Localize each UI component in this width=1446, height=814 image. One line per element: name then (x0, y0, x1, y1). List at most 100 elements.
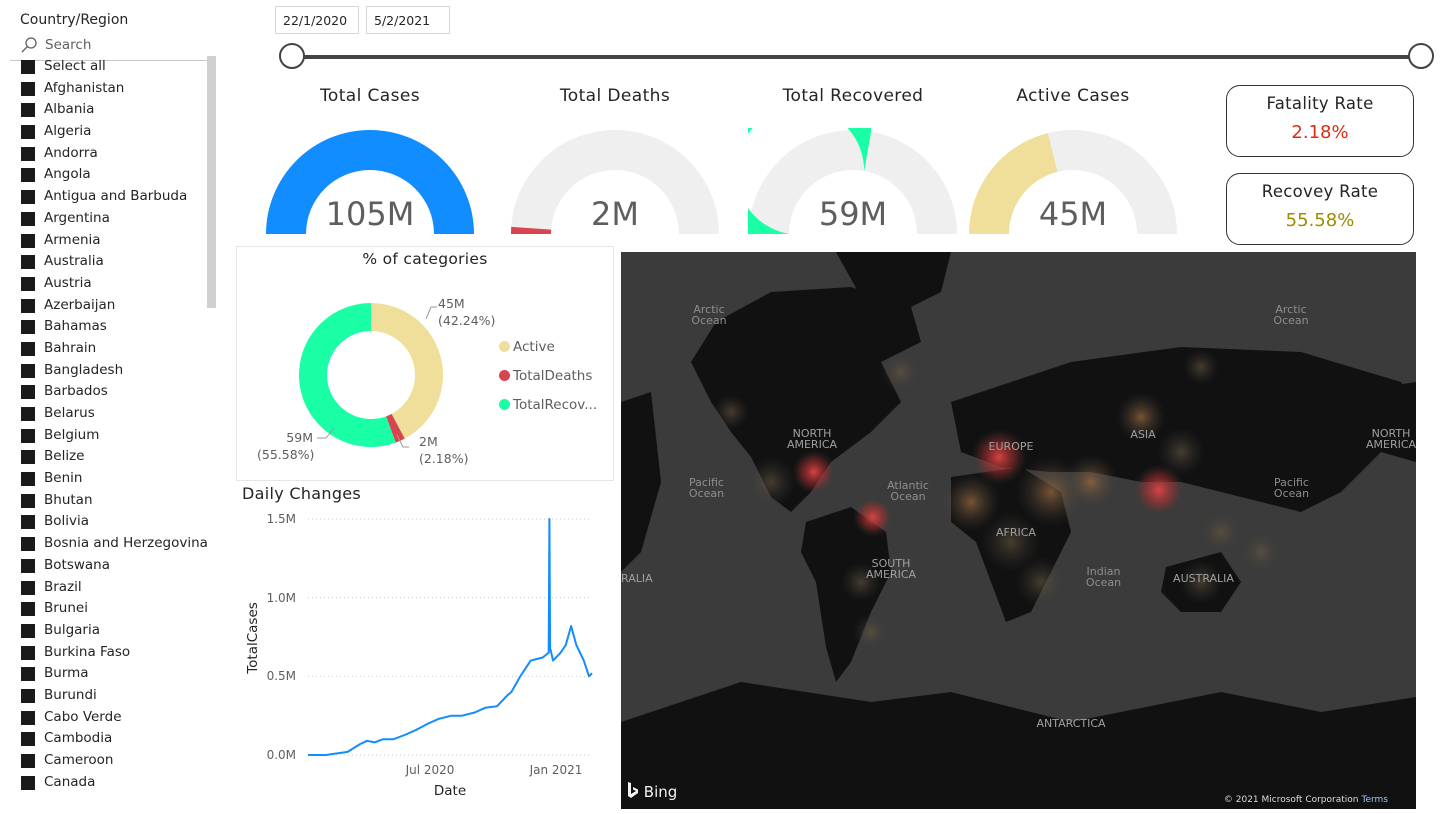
checkbox[interactable] (21, 255, 35, 270)
x-axis-label: Date (434, 783, 466, 799)
slicer-item[interactable]: Burundi (10, 685, 210, 707)
legend-label: Active (513, 339, 555, 355)
checkbox[interactable] (21, 688, 35, 703)
slicer-item[interactable]: Bolivia (10, 511, 210, 533)
total-cases-line (308, 518, 593, 756)
legend-recovered[interactable]: TotalRecov... (499, 397, 597, 413)
y-tick-label: 1.5M (267, 512, 296, 526)
slicer-item-label: Azerbaijan (44, 296, 116, 313)
checkbox[interactable] (21, 710, 35, 725)
search-input[interactable] (43, 36, 207, 54)
checkbox[interactable] (21, 363, 35, 378)
slicer-item[interactable]: Bangladesh (10, 360, 210, 382)
slicer-item[interactable]: Botswana (10, 555, 210, 577)
checkbox[interactable] (21, 60, 35, 74)
checkbox[interactable] (21, 515, 35, 530)
slicer-item[interactable]: Bosnia and Herzegovina (10, 533, 210, 555)
checkbox[interactable] (21, 754, 35, 768)
checkbox[interactable] (21, 168, 35, 183)
checkbox[interactable] (21, 623, 35, 638)
slicer-item[interactable]: Burma (10, 663, 210, 685)
checkbox[interactable] (21, 450, 35, 465)
slicer-item[interactable]: Barbados (10, 381, 210, 403)
date-range-start-handle[interactable] (279, 43, 305, 69)
slicer-item[interactable]: Belarus (10, 403, 210, 425)
checkbox[interactable] (21, 125, 35, 140)
fatality-rate-card: Fatality Rate 2.18% (1226, 85, 1414, 157)
slicer-item-label: Bosnia and Herzegovina (44, 535, 208, 552)
slicer-item[interactable]: Bhutan (10, 490, 210, 512)
start-date-input[interactable]: 22/1/2020 (275, 6, 359, 34)
slicer-item-label: Brunei (44, 600, 88, 617)
map-label-south-america: SOUTH AMERICA (865, 557, 917, 581)
slicer-item[interactable]: Brazil (10, 577, 210, 599)
slicer-item[interactable]: Bulgaria (10, 620, 210, 642)
slicer-item[interactable]: Cambodia (10, 728, 210, 750)
checkbox[interactable] (21, 385, 35, 400)
slicer-item-label: Brazil (44, 578, 82, 595)
legend-dot (499, 341, 510, 352)
slicer-item[interactable]: Cabo Verde (10, 707, 210, 729)
daily-changes-chart[interactable]: 1.5M 1.0M 0.5M 0.0M Jul 2020 Jan 2021 Da… (236, 494, 616, 814)
checkbox[interactable] (21, 103, 35, 118)
checkbox[interactable] (21, 732, 35, 747)
checkbox[interactable] (21, 407, 35, 421)
checkbox[interactable] (21, 298, 35, 313)
slicer-item[interactable]: Armenia (10, 230, 210, 252)
checkbox[interactable] (21, 493, 35, 508)
checkbox[interactable] (21, 320, 35, 335)
checkbox[interactable] (21, 81, 35, 96)
checkbox[interactable] (21, 211, 35, 226)
terms-link[interactable]: Terms (1361, 795, 1388, 805)
checkbox[interactable] (21, 558, 35, 573)
slicer-item[interactable]: Belize (10, 446, 210, 468)
legend-active[interactable]: Active (499, 339, 555, 355)
checkbox[interactable] (21, 233, 35, 248)
slicer-item[interactable]: Azerbaijan (10, 295, 210, 317)
slicer-item[interactable]: Angola (10, 164, 210, 186)
date-range-track[interactable] (292, 55, 1422, 59)
slicer-item[interactable]: Burkina Faso (10, 642, 210, 664)
checkbox[interactable] (21, 537, 35, 552)
slicer-item[interactable]: Brunei (10, 598, 210, 620)
checkbox[interactable] (21, 190, 35, 205)
slicer-item[interactable]: Argentina (10, 208, 210, 230)
world-map[interactable]: Arctic Ocean Arctic Ocean NORTH AMERICA … (621, 252, 1416, 809)
checkbox[interactable] (21, 341, 35, 356)
slicer-item[interactable]: Bahamas (10, 316, 210, 338)
slicer-item[interactable]: Austria (10, 273, 210, 295)
end-date-input[interactable]: 5/2/2021 (366, 6, 450, 34)
checkbox[interactable] (21, 645, 35, 660)
slicer-item[interactable]: Andorra (10, 143, 210, 165)
checkbox[interactable] (21, 146, 35, 161)
active-cases-title: Active Cases (1016, 86, 1130, 106)
slicer-item[interactable]: Belgium (10, 425, 210, 447)
total-deaths-value: 2M (591, 195, 639, 233)
date-range-end-handle[interactable] (1408, 43, 1434, 69)
checkbox[interactable] (21, 580, 35, 595)
map-label-indian-ocean: Indian Ocean (1085, 565, 1122, 589)
deaths-pct: (2.18%) (419, 451, 469, 466)
checkbox[interactable] (21, 602, 35, 617)
map-label-north-america: NORTH AMERICA (1366, 427, 1416, 451)
slicer-scrollbar[interactable] (207, 56, 216, 308)
slicer-item[interactable]: Antigua and Barbuda (10, 186, 210, 208)
slicer-item[interactable]: Benin (10, 468, 210, 490)
legend-deaths[interactable]: TotalDeaths (499, 368, 592, 384)
checkbox[interactable] (21, 775, 35, 790)
slicer-item[interactable]: Cameroon (10, 750, 210, 772)
checkbox[interactable] (21, 472, 35, 487)
checkbox[interactable] (21, 428, 35, 443)
slicer-item[interactable]: Afghanistan (10, 78, 210, 100)
slicer-item[interactable]: Albania (10, 99, 210, 121)
slicer-item-label: Armenia (44, 231, 101, 248)
total-cases-title: Total Cases (320, 86, 420, 106)
slicer-item-select-all[interactable]: Select all (10, 56, 210, 78)
checkbox[interactable] (21, 667, 35, 682)
checkbox[interactable] (21, 276, 35, 291)
slicer-item[interactable]: Algeria (10, 121, 210, 143)
slicer-item[interactable]: Canada (10, 772, 210, 794)
deaths-data-label: 2M (2.18%) (419, 433, 468, 467)
slicer-item[interactable]: Australia (10, 251, 210, 273)
slicer-item[interactable]: Bahrain (10, 338, 210, 360)
